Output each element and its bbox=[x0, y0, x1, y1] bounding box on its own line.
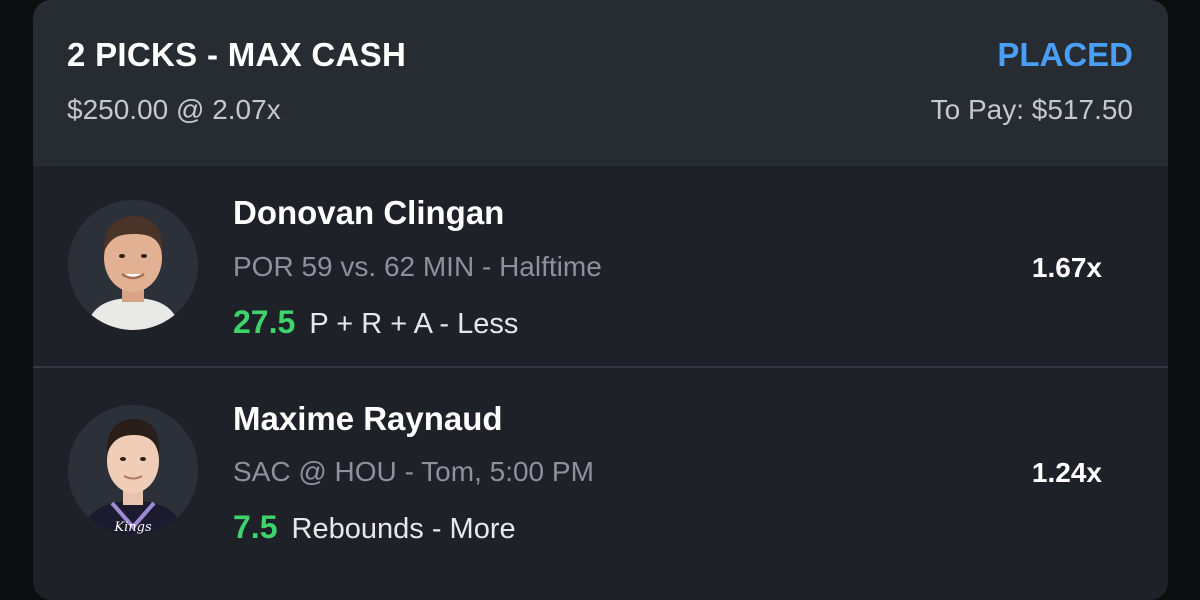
line-value: 7.5 bbox=[233, 509, 278, 545]
stake-line: $250.00 @ 2.07x bbox=[67, 94, 281, 125]
pick-multiplier: 1.67x bbox=[1031, 252, 1102, 283]
game-info: SAC @ HOU - Tom, 5:00 PM bbox=[233, 456, 594, 488]
pick-direction: Less bbox=[457, 308, 519, 340]
separator: - bbox=[431, 513, 450, 545]
player-headshot-icon bbox=[68, 200, 198, 330]
entry-card[interactable]: 2 PICKS - MAX CASH PLACED $250.00 @ 2.07… bbox=[33, 0, 1168, 600]
game-status: Halftime bbox=[499, 251, 602, 282]
stat-type: P + R + A bbox=[309, 308, 432, 340]
player-name: Maxime Raynaud bbox=[233, 400, 503, 437]
status-badge: PLACED bbox=[997, 36, 1133, 73]
pick-direction: More bbox=[449, 513, 516, 545]
matchup: SAC @ HOU bbox=[233, 456, 397, 487]
matchup: POR 59 vs. 62 MIN bbox=[233, 251, 475, 282]
entry-header: 2 PICKS - MAX CASH PLACED $250.00 @ 2.07… bbox=[33, 0, 1168, 166]
game-info: POR 59 vs. 62 MIN - Halftime bbox=[233, 251, 602, 283]
pick-row[interactable]: Kings Maxime Raynaud SAC @ HOU - Tom, 5:… bbox=[33, 370, 1168, 572]
pick-line: 7.5 Rebounds - More bbox=[233, 509, 516, 546]
separator: - bbox=[404, 456, 422, 487]
pick-multiplier: 1.24x bbox=[1031, 457, 1102, 488]
line-value: 27.5 bbox=[233, 304, 296, 340]
separator: - bbox=[439, 308, 458, 340]
stat-type: Rebounds bbox=[291, 513, 424, 545]
separator: - bbox=[481, 251, 500, 282]
game-status: Tom, 5:00 PM bbox=[421, 456, 594, 487]
player-headshot-icon: Kings bbox=[68, 405, 198, 535]
pick-row[interactable]: Donovan Clingan POR 59 vs. 62 MIN - Half… bbox=[33, 166, 1168, 368]
pick-line: 27.5 P + R + A - Less bbox=[233, 304, 518, 341]
payout-amount: To Pay: $517.50 bbox=[930, 94, 1133, 125]
jersey-text: Kings bbox=[113, 520, 152, 535]
entry-title: 2 PICKS - MAX CASH bbox=[67, 36, 407, 73]
player-name: Donovan Clingan bbox=[233, 194, 505, 231]
